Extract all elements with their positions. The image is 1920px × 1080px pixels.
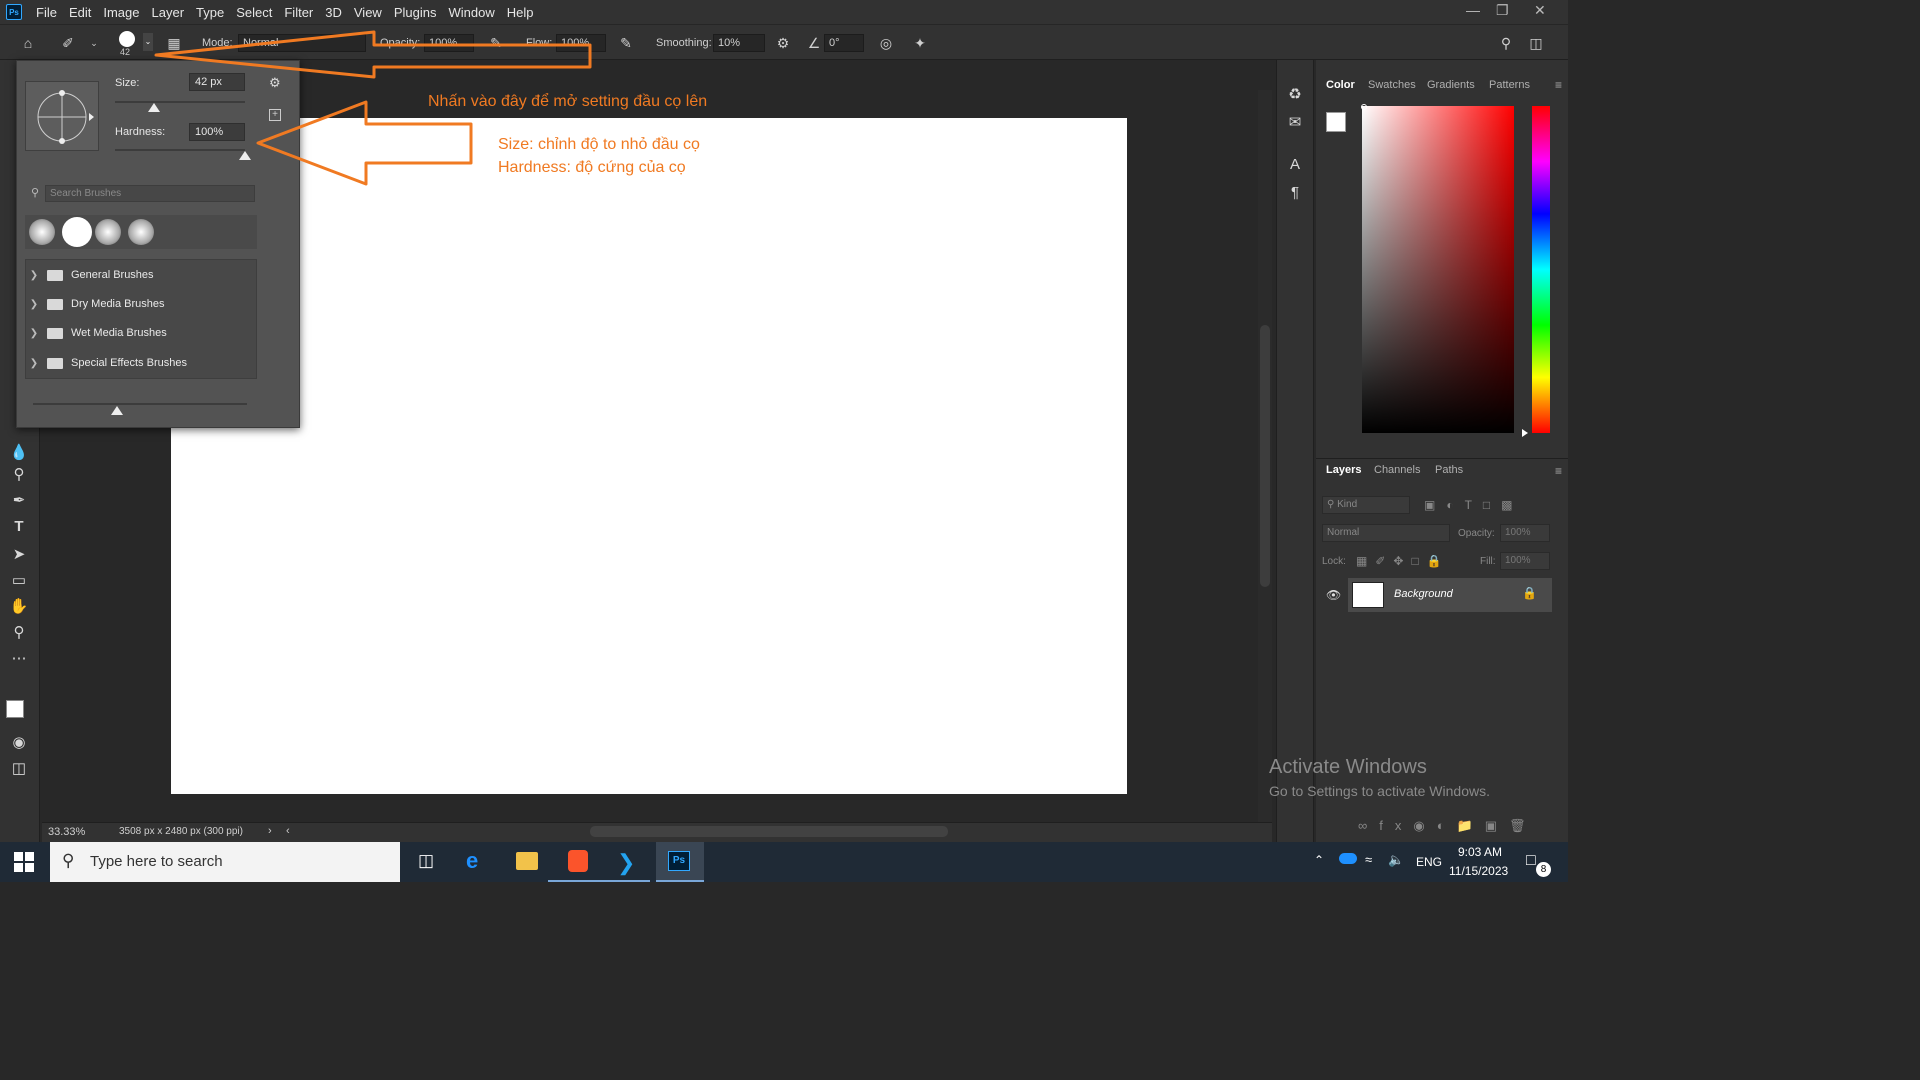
annotation-hardness: Hardness: độ cứng của cọ — [498, 159, 686, 176]
show-hidden-icons-icon[interactable]: ⌃ — [1314, 853, 1324, 867]
photoshop-taskbar-icon: Ps — [668, 851, 690, 871]
arrow-to-brush-picker — [154, 30, 592, 79]
task-view-icon[interactable]: ◫ — [418, 851, 434, 871]
language-indicator[interactable]: ENG — [1416, 855, 1442, 869]
windows-start-icon[interactable] — [14, 852, 34, 872]
taskbar-search[interactable]: ⚲ Type here to search — [50, 842, 400, 882]
edge-icon[interactable]: e — [466, 848, 478, 874]
notification-icon[interactable]: □ — [1526, 852, 1536, 870]
vscode-active-indicator — [598, 880, 650, 882]
notification-badge: 8 — [1536, 862, 1551, 877]
clock-date[interactable]: 11/15/2023 — [1449, 864, 1508, 878]
search-icon: ⚲ — [62, 851, 75, 870]
wifi-icon[interactable]: ≈ — [1365, 852, 1372, 867]
taskbar-search-placeholder: Type here to search — [90, 853, 223, 870]
annotation-size: Size: chỉnh độ to nhỏ đầu cọ — [498, 136, 700, 153]
file-explorer-icon[interactable] — [516, 852, 538, 870]
clock-time[interactable]: 9:03 AM — [1458, 845, 1502, 859]
brave-icon[interactable] — [568, 850, 588, 872]
arrow-to-brush-settings — [256, 100, 473, 186]
annotation-open-settings: Nhấn vào đây để mở setting đầu cọ lên — [428, 93, 708, 110]
photoshop-task-active[interactable]: Ps — [656, 842, 704, 882]
onedrive-icon[interactable] — [1339, 853, 1357, 864]
annotation-arrows — [154, 30, 592, 186]
brave-active-indicator — [548, 880, 600, 882]
vscode-icon[interactable]: ❯ — [617, 850, 635, 876]
volume-icon[interactable]: 🔈 — [1388, 852, 1404, 868]
photoshop-active-indicator — [656, 880, 704, 882]
